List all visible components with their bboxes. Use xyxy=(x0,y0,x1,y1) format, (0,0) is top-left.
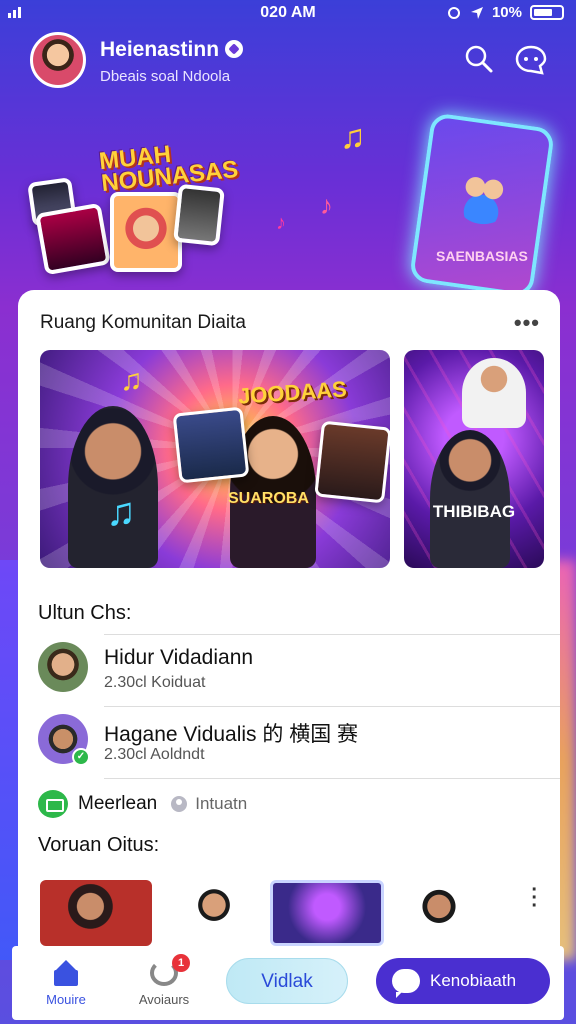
chat-button[interactable]: Kenobiaath xyxy=(376,958,550,1004)
battery-percent: 10% xyxy=(491,4,522,21)
thumbnail[interactable] xyxy=(182,880,246,946)
list-item[interactable]: Hidur Vidadiann 2.30cl Koiduat xyxy=(38,636,560,706)
more-options-icon[interactable]: ••• xyxy=(514,310,540,336)
list-item-title: Hagane Vidualis 的 横国 赛 xyxy=(104,723,359,746)
list-item-subtitle: 2.30cl Aoldndt xyxy=(104,746,205,763)
thumbnail[interactable] xyxy=(270,880,384,946)
notification-badge: 1 xyxy=(172,954,190,972)
community-card: Ruang Komunitan Diaita ••• JOODAAS SUARO… xyxy=(18,290,560,590)
more-vertical-icon[interactable]: · · · xyxy=(531,880,538,916)
chat-bubble-icon xyxy=(392,969,420,998)
user-name: Heienastinn xyxy=(100,38,244,62)
banner-subtitle: SUAROBA xyxy=(228,490,309,507)
community-title: Ruang Komunitan Diaita xyxy=(40,312,246,333)
list-heading: Ultun Chs: xyxy=(38,602,132,624)
divider xyxy=(104,778,560,779)
nav-home[interactable]: Mouire xyxy=(26,960,106,1007)
hero-banner: MUAH NOUNASAS ♫ ♪ ♪ SAENBASIAS xyxy=(0,100,576,298)
hero-phone-label: SAENBASIAS xyxy=(436,248,528,264)
banner-photo-right xyxy=(314,420,390,504)
hero-phone-card xyxy=(408,112,556,298)
avatar xyxy=(38,642,88,692)
thumbnail-strip: · · · xyxy=(32,876,552,946)
side-banner-person-bottom xyxy=(430,430,510,568)
chat-icon[interactable] xyxy=(514,44,548,76)
music-note-icon: ♫ xyxy=(340,118,366,156)
hero-kids-illustration xyxy=(449,160,518,228)
hero-photo-2 xyxy=(35,202,111,276)
chat-button-label: Kenobiaath xyxy=(430,971,517,990)
location-icon xyxy=(447,6,460,19)
hero-logo: MUAH NOUNASAS xyxy=(98,137,240,197)
music-note-icon: ♪ xyxy=(276,212,286,234)
list-item[interactable]: ✓ Hagane Vidualis 的 横国 赛 2.30cl Aoldndt xyxy=(38,708,560,778)
divider xyxy=(104,634,560,635)
nav-home-label: Mouire xyxy=(46,992,86,1007)
section2-heading: Voruan Oitus: xyxy=(38,834,160,856)
status-bar: 020 AM 10% xyxy=(0,0,576,28)
list-item-subtitle: 2.30cl Koiduat xyxy=(104,674,206,691)
profile-header: Heienastinn Dbeais soal Ndoola xyxy=(28,30,556,94)
tag-label: Meerlean xyxy=(78,793,158,814)
user-name-text: Heienastinn xyxy=(100,38,220,61)
thumbnail[interactable] xyxy=(40,880,152,946)
verified-icon xyxy=(225,40,244,58)
tag-row[interactable]: Meerlean Intuatn xyxy=(38,788,247,820)
side-banner[interactable]: THIBIBAG xyxy=(404,350,544,568)
avatar[interactable] xyxy=(30,32,86,88)
divider xyxy=(104,706,560,707)
music-note-icon: ♫ xyxy=(106,490,136,534)
side-banner-label: THIBIBAG xyxy=(432,502,516,521)
home-icon xyxy=(52,960,80,986)
music-note-icon: ♫ xyxy=(120,364,143,397)
user-subtitle: Dbeais soal Ndoola xyxy=(100,68,231,85)
thumbnail[interactable] xyxy=(412,880,466,946)
nav-activity[interactable]: 1 Avoiaurs xyxy=(124,954,204,1007)
featured-banner[interactable]: JOODAAS SUAROBA ♫ ♫ xyxy=(40,350,390,568)
video-button[interactable]: Vidlak xyxy=(226,958,348,1004)
message-icon xyxy=(38,790,68,818)
navigation-icon xyxy=(470,6,483,19)
activity-list-panel: Ultun Chs: Hidur Vidadiann 2.30cl Koidua… xyxy=(18,590,560,950)
battery-icon xyxy=(530,5,564,20)
banner-photo-left xyxy=(172,406,250,484)
side-banner-person-top xyxy=(462,358,526,428)
hero-photo-4 xyxy=(173,183,225,247)
online-badge-icon: ✓ xyxy=(72,748,90,766)
nav-activity-label: Avoiaurs xyxy=(138,992,190,1007)
music-note-icon: ♪ xyxy=(320,190,333,220)
tag-sub: Intuatn xyxy=(195,794,248,813)
status-right: 10% xyxy=(446,4,564,21)
search-icon[interactable] xyxy=(464,44,494,74)
list-item-title: Hidur Vidadiann xyxy=(104,646,254,669)
banner-person-left xyxy=(68,406,158,568)
user-icon xyxy=(171,796,188,812)
hero-photo-3 xyxy=(110,192,182,272)
bottom-nav: Mouire 1 Avoiaurs Vidlak Kenobiaath xyxy=(12,946,564,1020)
